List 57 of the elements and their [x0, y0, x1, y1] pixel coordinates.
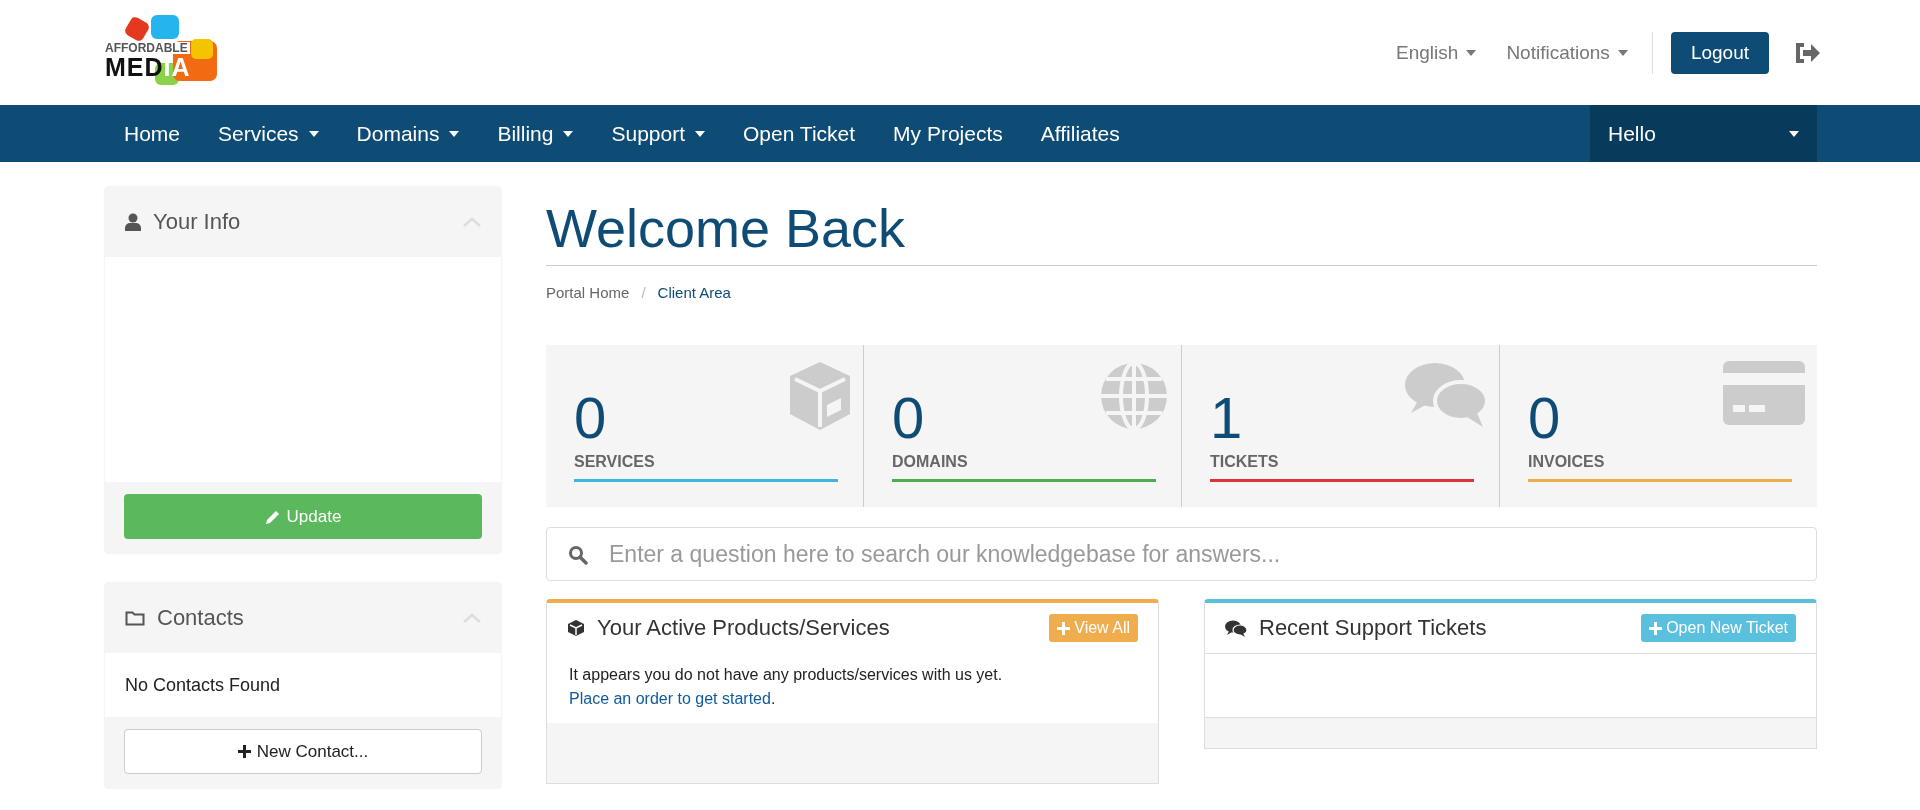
collapse-chevron-icon[interactable]: [463, 613, 481, 623]
cube-icon: [567, 619, 585, 637]
logout-icon[interactable]: [1794, 41, 1820, 64]
breadcrumb-link[interactable]: Portal Home: [546, 284, 630, 301]
page-title: Welcome Back: [546, 187, 1817, 266]
breadcrumb-separator: /: [641, 284, 646, 301]
caret-icon: [1466, 49, 1477, 56]
logout-button[interactable]: Logout: [1670, 31, 1769, 74]
caret-icon: [695, 130, 706, 137]
globe-icon: [1099, 361, 1169, 431]
top-dropdown-link[interactable]: Notifications: [1506, 41, 1628, 64]
stat-label: INVOICES: [1528, 453, 1606, 472]
stat-label: TICKETS: [1210, 453, 1280, 472]
speech-bubbles-icon: [1405, 361, 1487, 429]
nav-menu-item[interactable]: My Projects: [874, 105, 1022, 162]
panel-title: Contacts: [157, 605, 245, 631]
search-icon: [568, 545, 588, 565]
caret-icon: [308, 130, 319, 137]
stat-count: 0: [1528, 389, 1562, 447]
caret-icon: [1617, 49, 1628, 56]
plus-icon: [237, 745, 251, 758]
breadcrumb-link[interactable]: Client Area: [657, 284, 731, 301]
plus-icon: [1057, 621, 1071, 635]
knowledgebase-search-field[interactable]: Enter a question here to search our knowledgebase for answers...: [546, 527, 1817, 581]
pencil-icon: [264, 508, 281, 525]
caret-icon: [1789, 130, 1799, 137]
caret-icon: [449, 130, 460, 137]
stat-count: 1: [1210, 389, 1244, 447]
top-dropdown-link[interactable]: English: [1396, 41, 1477, 64]
stat-count: 0: [574, 389, 608, 447]
nav-menu-item[interactable]: Support: [592, 105, 725, 162]
logo-tagline: AFFORDABLE: [105, 41, 190, 54]
empty-message: It appears you do not have any products/services with us yet. Place an order to get started.: [569, 665, 1004, 709]
user-icon: [125, 213, 141, 231]
nav-menu-item[interactable]: Affiliates: [1021, 105, 1139, 162]
panel-title: Recent Support Tickets: [1259, 615, 1488, 641]
stat-label: DOMAINS: [892, 453, 969, 472]
comments-icon: [1225, 619, 1247, 637]
folder-icon: [125, 610, 145, 626]
nav-menu-item[interactable]: Services: [199, 105, 338, 162]
caret-icon: [563, 130, 574, 137]
plus-icon: [1649, 621, 1663, 635]
panel-title: Your Active Products/Services: [597, 615, 891, 641]
order-link[interactable]: Place an order to get started: [569, 690, 771, 707]
nav-menu-item[interactable]: Domains: [337, 105, 479, 162]
new-contact-button[interactable]: New Contact...: [124, 729, 482, 774]
stat-label: SERVICES: [574, 453, 656, 472]
cube-icon: [789, 361, 851, 431]
nav-menu-item[interactable]: Billing: [478, 105, 593, 162]
panel-title: Your Info: [153, 209, 242, 235]
stat-count: 0: [892, 389, 926, 447]
credit-card-icon: [1723, 361, 1805, 425]
nav-menu-item[interactable]: Home: [105, 105, 200, 162]
collapse-chevron-icon[interactable]: [463, 217, 481, 227]
empty-message: No Contacts Found: [125, 674, 281, 696]
account-menu[interactable]: Hello: [1590, 105, 1817, 162]
nav-menu-item[interactable]: Open Ticket: [724, 105, 875, 162]
